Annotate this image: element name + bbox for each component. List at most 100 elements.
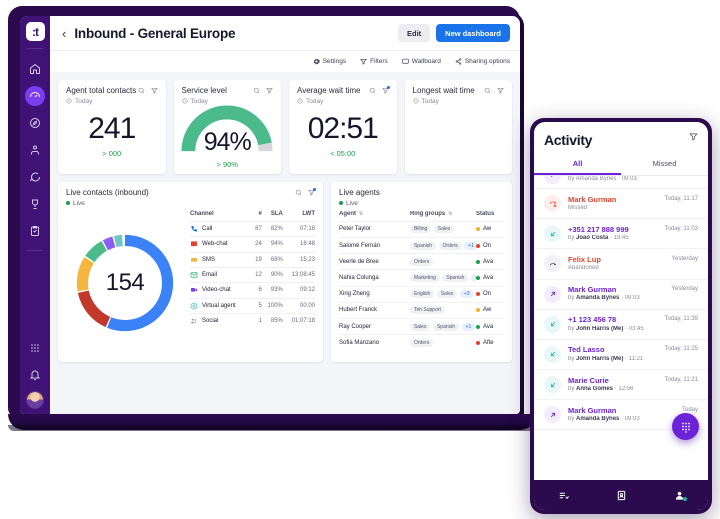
table-row[interactable]: Salomé Fernán Spanish Orders +1 On xyxy=(339,236,504,254)
filter-icon[interactable] xyxy=(266,87,273,94)
list-item[interactable]: by Amanda Bynes · 09:03 xyxy=(534,176,708,189)
ring-group-tag[interactable]: Sales xyxy=(436,290,458,299)
card-agent-total-contacts[interactable]: Agent total contacts Today 241 > 000 xyxy=(58,80,166,174)
envelope-icon xyxy=(190,272,198,278)
search-icon[interactable] xyxy=(484,87,491,94)
search-icon[interactable] xyxy=(369,87,376,94)
ring-group-tag[interactable]: Sales xyxy=(409,322,431,331)
sort-icon[interactable]: ⇅ xyxy=(448,211,452,217)
ring-group-tag[interactable]: Marketing xyxy=(409,273,440,282)
table-row[interactable]: Virtual agent 5 100% 00:00 xyxy=(190,297,315,314)
table-row[interactable]: Video-chat 6 93% 09:12 xyxy=(190,282,315,299)
table-row[interactable]: SMS 19 68% 15:23 xyxy=(190,251,315,268)
contact-card-icon[interactable] xyxy=(616,490,627,501)
col-agent[interactable]: Agent ⇅ xyxy=(339,211,410,222)
filter-icon[interactable] xyxy=(497,87,504,94)
card-live-contacts[interactable]: Live contacts (inbound) Live 154 Channel… xyxy=(58,182,323,362)
table-row[interactable]: Nahia ColungaMarketingSpanish+1 Ava xyxy=(339,269,504,287)
search-icon[interactable] xyxy=(138,87,145,94)
sort-icon[interactable]: ⇅ xyxy=(359,211,363,217)
wallboard-button[interactable]: Wallboard xyxy=(402,58,441,65)
card-longest-wait-time[interactable]: Longest wait time Today xyxy=(404,80,512,174)
sidebar-item-home[interactable] xyxy=(25,59,45,79)
sidebar-item-apps[interactable] xyxy=(25,338,45,358)
activity-list[interactable]: by Amanda Bynes · 09:03 Mark Gurman Misse… xyxy=(534,176,708,480)
ring-group-tag[interactable]: Spanish xyxy=(442,273,469,282)
card-title: Agent total contacts xyxy=(66,86,137,95)
ring-group-tag[interactable]: Billing xyxy=(409,225,432,234)
sidebar-item-reports[interactable] xyxy=(25,221,45,241)
list-item-name: Felix Lup xyxy=(568,254,601,264)
avatar[interactable] xyxy=(26,391,44,409)
cell-count: 19 xyxy=(252,251,262,268)
col-channel[interactable]: Channel xyxy=(190,211,253,222)
list-item[interactable]: Ted Lasso by John Harris (Me) · 11:21 Toda… xyxy=(534,340,708,371)
phone-icon xyxy=(191,225,197,232)
list-item[interactable]: Mark Gurman Missed Today, 11:17 xyxy=(534,189,708,220)
dialpad-icon[interactable] xyxy=(672,413,699,440)
ring-group-tag[interactable]: Sales xyxy=(433,225,455,234)
tab-all[interactable]: All xyxy=(534,155,621,175)
ring-group-tag[interactable]: Orders xyxy=(409,338,434,347)
list-item[interactable]: Felix Lup Abandoned Yesterday xyxy=(534,249,708,280)
table-row[interactable]: Hubert Franck Teh Support Aw xyxy=(339,301,504,319)
ring-group-more-tag[interactable]: +1 xyxy=(461,322,476,331)
ring-group-tag[interactable]: Orders xyxy=(438,241,462,250)
search-icon[interactable] xyxy=(253,87,260,94)
table-row[interactable]: Sofia Manzano Orders Afte xyxy=(339,334,504,351)
table-row[interactable]: Ray Cooper Sales Spanish +1 Ava xyxy=(339,317,504,335)
list-item[interactable]: +1 123 456 78 by John Harris (Me) · 03:45… xyxy=(534,310,708,340)
edit-button[interactable]: Edit xyxy=(397,24,431,42)
card-service-level[interactable]: Service level Today 94% > 90% xyxy=(173,80,281,174)
ring-group-tag[interactable]: Spanish xyxy=(409,241,437,250)
chevron-left-icon[interactable]: ‹ xyxy=(62,26,66,41)
filter-icon[interactable] xyxy=(381,86,390,94)
card-average-wait-time[interactable]: Average wait time Today 02:51 < 05:00 xyxy=(289,80,397,174)
list-item-meta: by Anna Gomes · 12:56 xyxy=(568,385,634,392)
search-icon[interactable] xyxy=(295,189,302,196)
sidebar-item-dashboard[interactable] xyxy=(25,86,45,106)
new-dashboard-button[interactable]: New dashboard xyxy=(436,24,510,42)
list-item[interactable]: +351 217 888 999 by João Costa · 18:45 Tod… xyxy=(534,219,708,250)
sidebar-item-chat[interactable] xyxy=(25,167,45,187)
col-status[interactable]: Status xyxy=(476,211,504,222)
table-row[interactable]: Email 12 90% 13:08:45 xyxy=(190,266,315,283)
ring-group-more-tag[interactable]: +3 xyxy=(459,290,474,299)
person-icon[interactable] xyxy=(674,490,687,501)
sidebar-item-gamification[interactable] xyxy=(25,194,45,214)
col-ring-groups[interactable]: Ring groups ⇅ xyxy=(410,211,476,222)
ring-group-tag[interactable]: English xyxy=(409,290,435,299)
list-item[interactable]: Marie Curie by Anna Gomes · 12:56 Today, 1… xyxy=(534,370,708,401)
filter-icon[interactable] xyxy=(689,132,698,141)
clock-icon xyxy=(297,98,303,104)
filter-icon[interactable] xyxy=(308,188,316,196)
tab-missed[interactable]: Missed xyxy=(621,155,708,175)
filter-icon[interactable] xyxy=(150,87,158,94)
table-row[interactable]: Veerle de Bree Orders Ava xyxy=(339,253,504,270)
settings-button[interactable]: Settings xyxy=(313,58,346,65)
table-row[interactable]: Call 87 82% 07:18 xyxy=(190,220,315,237)
sharing-options-button[interactable]: Sharing options xyxy=(455,58,510,65)
activity-list-icon[interactable] xyxy=(558,490,569,501)
ring-group-more-tag[interactable]: +1 xyxy=(464,241,476,250)
table-row[interactable]: Web-chat 24 94% 16:48 xyxy=(190,236,315,253)
kpi-body xyxy=(413,105,505,167)
contacts-donut-chart: 154 xyxy=(66,211,184,355)
list-item[interactable]: Mark Gurman by Amanda Bynes · 09:03 Yester… xyxy=(534,280,708,310)
card-live-agents[interactable]: Live agents Live Agent ⇅ Ring groups ⇅ S… xyxy=(331,182,512,362)
col-sla[interactable]: SLA xyxy=(262,211,283,222)
sidebar-item-explore[interactable] xyxy=(25,113,45,133)
table-row[interactable]: Peter Taylor Billing Sales Aw xyxy=(339,220,504,238)
sidebar-item-teams[interactable] xyxy=(25,140,45,160)
col-count[interactable]: # xyxy=(253,211,261,222)
table-row[interactable]: Xing Zheng English Sales +3 On xyxy=(339,285,504,303)
card-header: Agent total contacts Today xyxy=(66,86,158,105)
ring-group-tag[interactable]: Spanish xyxy=(432,322,460,331)
sidebar-item-notifications[interactable] xyxy=(25,365,45,385)
ring-group-tag[interactable]: Teh Support xyxy=(409,306,445,315)
col-lwt[interactable]: LWT xyxy=(283,211,315,222)
app-logo[interactable]: :t xyxy=(25,22,45,41)
ring-group-tag[interactable]: Orders xyxy=(409,257,434,266)
filters-button[interactable]: Filters xyxy=(360,58,388,65)
table-row[interactable]: Social 1 85% 01:07:18 xyxy=(190,313,315,329)
